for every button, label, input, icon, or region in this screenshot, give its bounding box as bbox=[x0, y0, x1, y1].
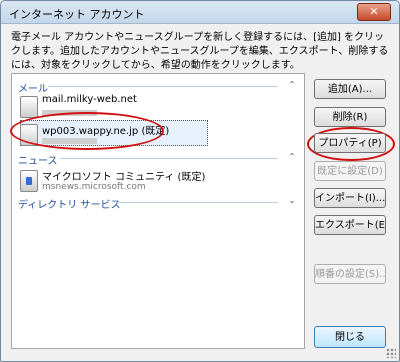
collapse-news-icon[interactable]: ⌃ bbox=[288, 153, 296, 161]
title-bar[interactable]: インターネット アカウント ✕ bbox=[1, 1, 399, 24]
account-name: マイクロソフト コミュニティ (既定) bbox=[42, 172, 206, 183]
set-default-button[interactable]: 既定に設定(D) bbox=[314, 161, 386, 181]
import-button[interactable]: インポート(I)... bbox=[314, 188, 386, 208]
remove-button[interactable]: 削除(R) bbox=[314, 107, 386, 127]
export-button[interactable]: エクスポート(E)... bbox=[314, 215, 386, 235]
section-divider bbox=[116, 202, 278, 203]
properties-button[interactable]: プロパティ(P) bbox=[314, 133, 386, 153]
mail-account-icon bbox=[20, 96, 38, 118]
section-divider bbox=[60, 158, 278, 159]
dialog-window: インターネット アカウント ✕ 電子メール アカウントやニュースグループを新しく… bbox=[0, 0, 400, 362]
order-settings-button[interactable]: 順番の設定(S)... bbox=[314, 264, 386, 284]
section-mail: メール bbox=[18, 84, 48, 95]
instructions-text: 電子メール アカウントやニュースグループを新しく登録するには、[追加] をクリッ… bbox=[11, 32, 389, 71]
resize-grip-icon[interactable] bbox=[386, 348, 396, 358]
window-title: インターネット アカウント bbox=[9, 8, 145, 21]
expand-directory-icon[interactable]: ⌄ bbox=[288, 197, 296, 205]
close-button[interactable]: 閉じる bbox=[314, 326, 386, 348]
add-button[interactable]: 追加(A)... bbox=[314, 79, 386, 99]
section-directory: ディレクトリ サービス bbox=[18, 200, 121, 211]
section-divider bbox=[48, 86, 278, 87]
account-server: msnews.microsoft.com bbox=[42, 182, 146, 192]
news-account-icon bbox=[20, 170, 38, 192]
close-window-button[interactable]: ✕ bbox=[357, 3, 391, 21]
section-news: ニュース bbox=[18, 156, 58, 167]
annotation-oval-account bbox=[10, 112, 164, 150]
collapse-mail-icon[interactable]: ⌃ bbox=[288, 81, 296, 89]
account-name: mail.milky-web.net bbox=[42, 94, 137, 105]
